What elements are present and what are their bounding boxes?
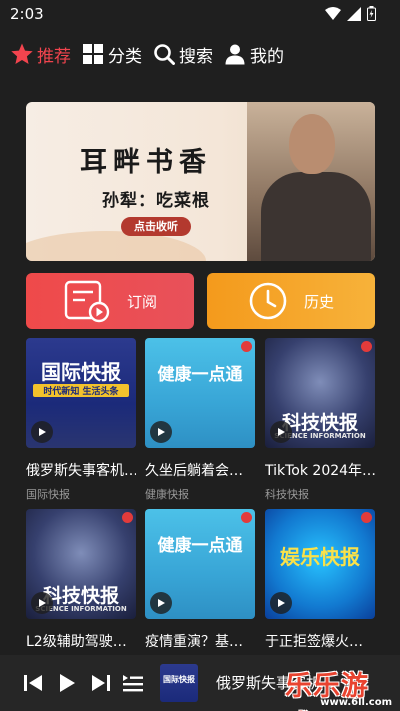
signal-icon (347, 6, 361, 21)
subscribe-icon (64, 280, 110, 323)
play-icon[interactable] (31, 592, 53, 614)
play-icon[interactable] (31, 421, 53, 443)
status-icons (325, 6, 376, 21)
tab-category[interactable]: 分类 (81, 42, 142, 67)
banner-listen-button[interactable]: 点击收听 (121, 217, 191, 236)
content-card[interactable]: 科技快报 SCIENCE INFORMATION L2级辅助驾驶… (26, 509, 136, 651)
previous-icon[interactable] (22, 672, 44, 694)
content-card[interactable]: 健康一点通 久坐后躺着会… 健康快报 (145, 338, 255, 502)
card-thumbnail: 娱乐快报 (265, 509, 375, 619)
battery-icon (367, 6, 376, 21)
card-thumbnail: 科技快报 SCIENCE INFORMATION (26, 509, 136, 619)
search-icon (152, 42, 176, 66)
watermark: 乐乐游戏 www.6ll.com (285, 661, 400, 711)
card-thumbnail: 国际快报 时代新知 生活头条 (26, 338, 136, 448)
badge-icon (241, 512, 252, 523)
tab-search[interactable]: 搜索 (152, 42, 213, 67)
watermark-url: www.6ll.com (320, 697, 392, 708)
card-title: 疫情重演？基… (145, 634, 243, 650)
tab-search-label: 搜索 (179, 46, 213, 67)
subscribe-button[interactable]: 订阅 (26, 273, 194, 329)
card-thumbnail: 科技快报 SCIENCE INFORMATION (265, 338, 375, 448)
card-thumbnail: 健康一点通 (145, 509, 255, 619)
user-icon (223, 42, 247, 66)
content-card[interactable]: 国际快报 时代新知 生活头条 俄罗斯失事客机… 国际快报 (26, 338, 136, 502)
card-title: 俄罗斯失事客机… (26, 463, 136, 479)
play-icon[interactable] (270, 592, 292, 614)
card-category: 健康快报 (145, 488, 189, 501)
badge-icon (122, 512, 133, 523)
quick-actions: 订阅 历史 (26, 273, 375, 329)
grid-icon (81, 42, 105, 66)
card-category: 科技快报 (265, 488, 309, 501)
play-icon[interactable] (150, 421, 172, 443)
status-bar: 2:03 (0, 0, 400, 28)
promo-banner[interactable]: 耳畔书香 孙犁：吃菜根 点击收听 (26, 102, 375, 261)
play-icon[interactable] (150, 592, 172, 614)
badge-icon (361, 341, 372, 352)
tab-mine[interactable]: 我的 (223, 42, 284, 67)
badge-icon (361, 512, 372, 523)
next-icon[interactable] (90, 672, 112, 694)
top-nav: 推荐 分类 搜索 我的 (0, 36, 400, 72)
play-icon[interactable] (56, 672, 78, 694)
star-icon (10, 42, 34, 66)
banner-subtitle: 孙犁：吃菜根 (102, 191, 210, 211)
card-thumbnail: 健康一点通 (145, 338, 255, 448)
subscribe-label: 订阅 (126, 292, 157, 311)
card-title: L2级辅助驾驶… (26, 634, 127, 650)
tab-mine-label: 我的 (250, 46, 284, 67)
history-button[interactable]: 历史 (207, 273, 375, 329)
content-card[interactable]: 娱乐快报 于正拒签爆火… (265, 509, 375, 651)
banner-title: 耳畔书香 (80, 147, 212, 178)
card-category: 国际快报 (26, 488, 70, 501)
status-time: 2:03 (10, 5, 44, 23)
content-card[interactable]: 科技快报 SCIENCE INFORMATION TikTok 2024年… 科… (265, 338, 375, 502)
card-title: TikTok 2024年… (265, 463, 375, 479)
badge-icon (241, 341, 252, 352)
player-thumbnail[interactable]: 国际快报 (160, 664, 198, 702)
card-title: 久坐后躺着会… (145, 463, 243, 479)
card-title: 于正拒签爆火… (265, 634, 363, 650)
history-label: 历史 (303, 292, 334, 311)
tab-recommend[interactable]: 推荐 (10, 42, 71, 67)
tab-recommend-label: 推荐 (37, 46, 71, 67)
wifi-icon (325, 6, 341, 20)
banner-portrait (247, 102, 375, 261)
playlist-icon[interactable] (122, 672, 144, 694)
tab-category-label: 分类 (108, 46, 142, 67)
content-card[interactable]: 健康一点通 疫情重演？基… (145, 509, 255, 651)
play-icon[interactable] (270, 421, 292, 443)
clock-icon (249, 282, 287, 320)
